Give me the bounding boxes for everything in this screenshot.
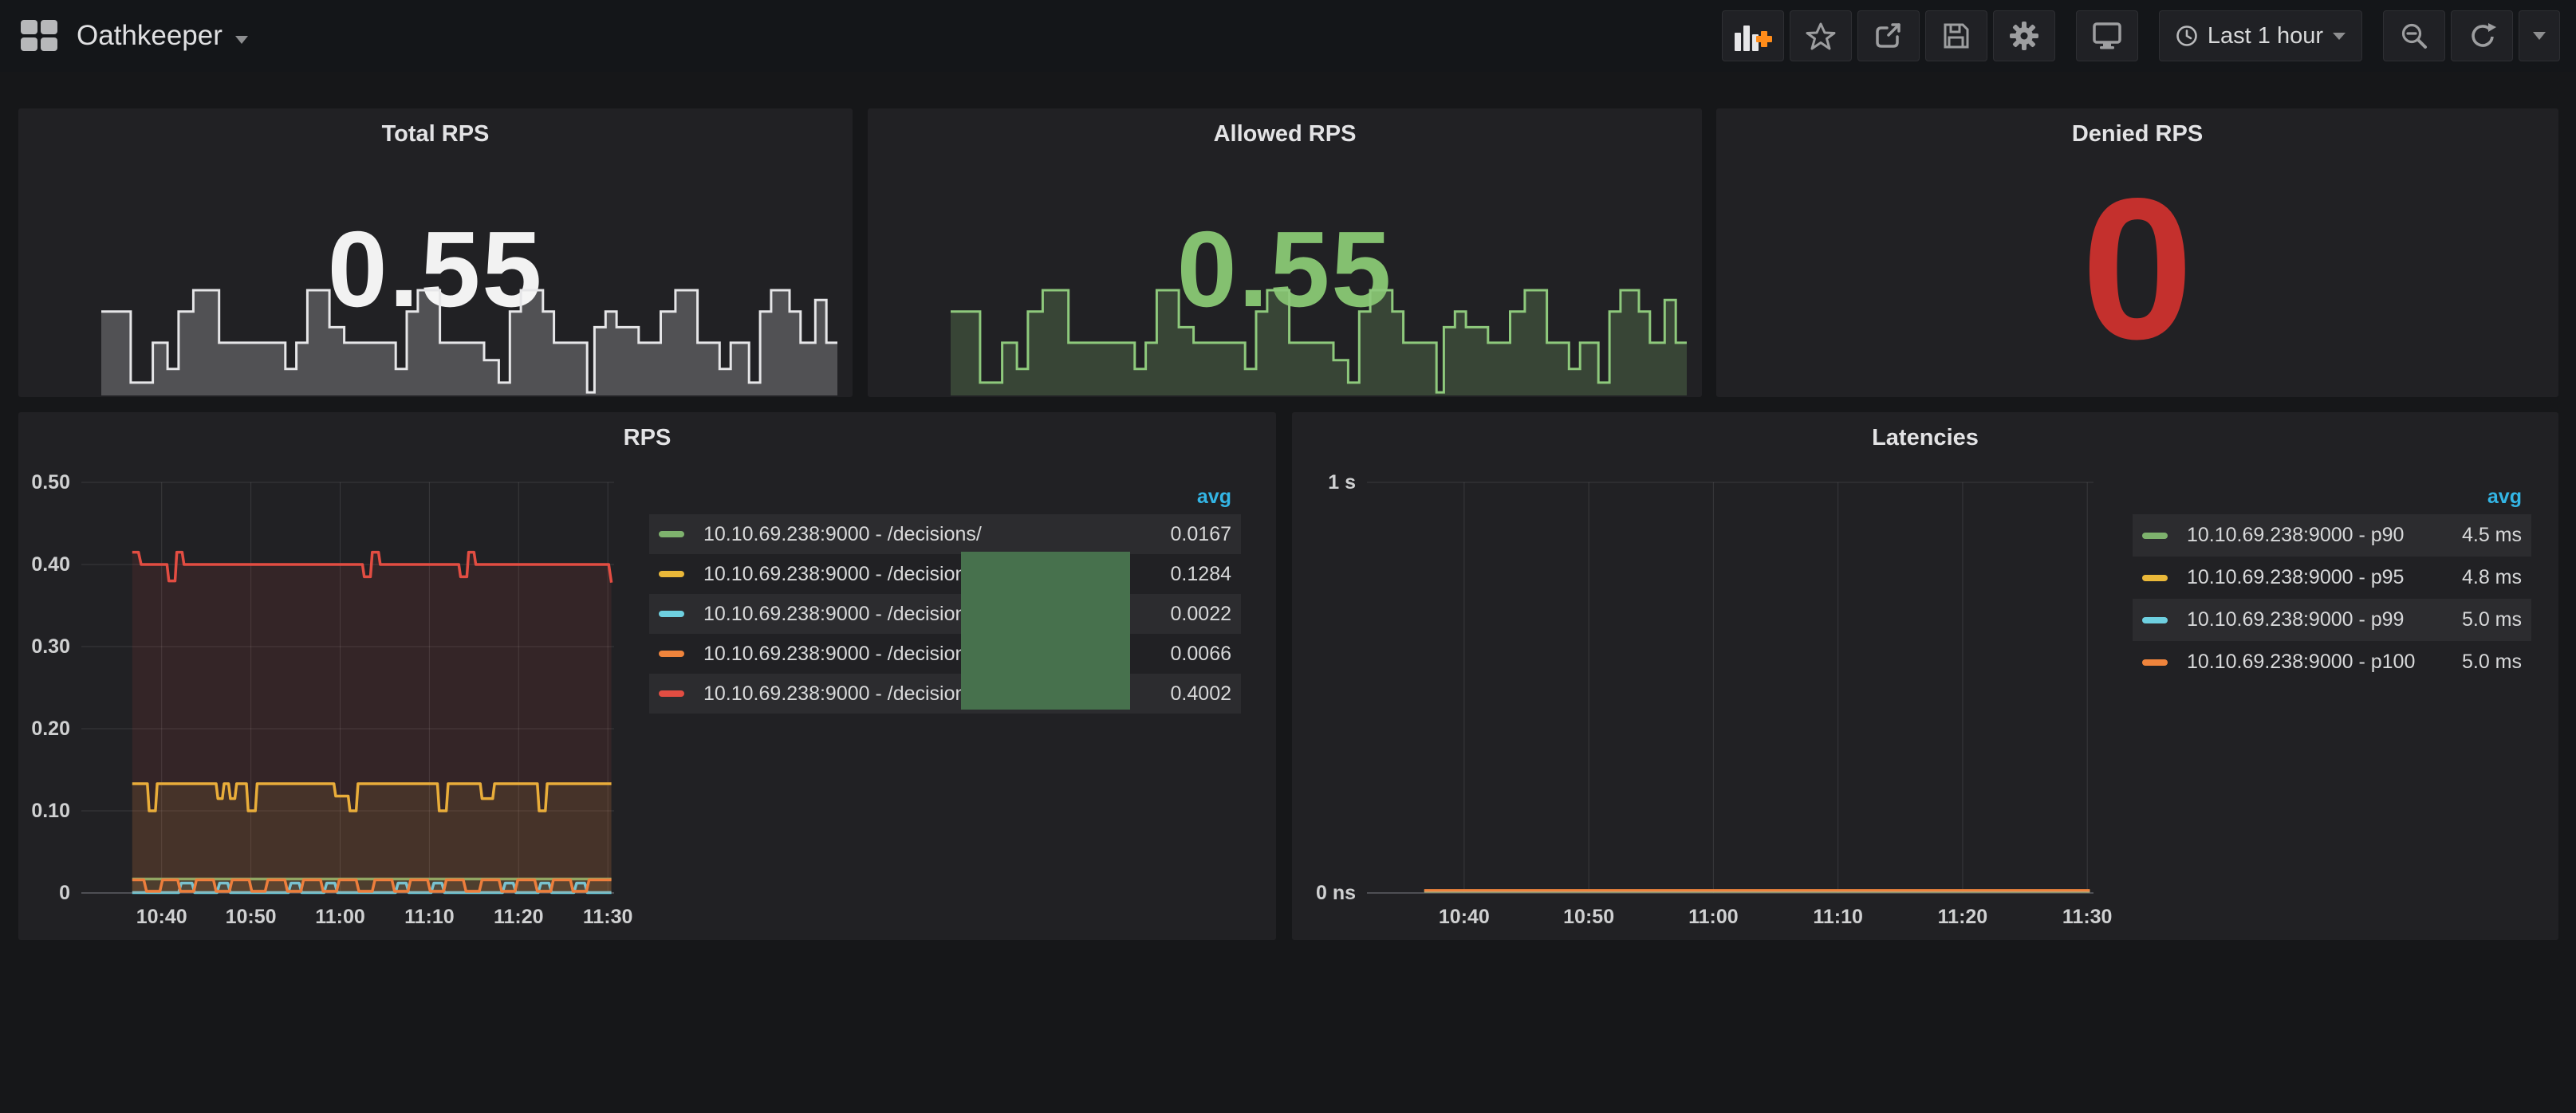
zoom-out-icon (2400, 22, 2428, 50)
y-axis-tick-label: 0.30 (14, 635, 70, 659)
legend-series-name[interactable]: 10.10.69.238:9000 - p90 (2187, 524, 2449, 547)
x-axis-tick-label: 11:10 (381, 906, 477, 929)
clock-icon (2176, 25, 2198, 47)
x-axis-tick-label: 11:20 (471, 906, 566, 929)
dashboard-grid-icon[interactable] (21, 20, 57, 52)
legend-series-swatch-icon[interactable] (659, 690, 684, 697)
save-icon (1942, 22, 1971, 50)
x-axis-tick-label: 10:50 (203, 906, 299, 929)
add-panel-button[interactable] (1722, 10, 1784, 61)
legend-row: 10.10.69.238:9000 - /decisions/0.0066 (649, 634, 1241, 674)
legend-row: 10.10.69.238:9000 - /decisions/0.1284 (649, 554, 1241, 594)
panel-total-rps: Total RPS 0.55 (18, 108, 853, 397)
sparkline-allowed-rps (951, 284, 1687, 395)
rps-plot-area[interactable] (81, 482, 614, 893)
legend-series-avg-value: 0.0167 (1171, 523, 1231, 546)
stat-value-denied-rps: 0 (1716, 169, 2558, 370)
time-range-picker[interactable]: Last 1 hour (2159, 10, 2362, 61)
legend-series-name[interactable]: 10.10.69.238:9000 - p100 (2187, 651, 2449, 674)
y-axis-tick-label: 0.10 (14, 800, 70, 823)
legend-series-avg-value: 5.0 ms (2462, 608, 2522, 631)
refresh-icon (2467, 22, 2497, 50)
legend-series-avg-value: 0.0066 (1171, 643, 1231, 666)
legend-series-swatch-icon[interactable] (659, 531, 684, 537)
time-range-caret-icon (2333, 33, 2346, 40)
monitor-icon (2091, 21, 2123, 51)
x-axis-tick-label: 11:00 (1665, 906, 1761, 929)
navbar: Oathkeeper (0, 0, 2576, 72)
x-axis-tick-label: 10:50 (1541, 906, 1637, 929)
x-axis-tick-label: 11:30 (2039, 906, 2135, 929)
legend-series-name[interactable]: 10.10.69.238:9000 - p95 (2187, 566, 2449, 589)
refresh-interval-caret-icon (2533, 32, 2546, 40)
legend-series-swatch-icon[interactable] (659, 611, 684, 617)
panel-title-latencies[interactable]: Latencies (1292, 425, 2558, 451)
y-axis-tick-label: 0.50 (14, 471, 70, 494)
legend-header-avg[interactable]: avg (2133, 479, 2531, 514)
legend-row: 10.10.69.238:9000 - p100 5.0 ms (2133, 641, 2531, 683)
legend-series-avg-value: 0.4002 (1171, 682, 1231, 706)
legend-row: 10.10.69.238:9000 - /decisions/0.0167 (649, 514, 1241, 554)
legend-series-swatch-icon[interactable] (2142, 617, 2168, 623)
latencies-plot-area[interactable] (1367, 482, 2093, 893)
panel-denied-rps: Denied RPS 0 (1716, 108, 2558, 397)
refresh-interval-button[interactable] (2519, 10, 2560, 61)
share-icon (1873, 22, 1904, 50)
panel-title-total-rps[interactable]: Total RPS (18, 121, 853, 147)
y-axis-tick-label: 0.40 (14, 553, 70, 576)
panel-rps-graph: RPS avg10.10.69.238:9000 - /decisions/0.… (18, 412, 1276, 940)
x-axis-tick-label: 11:10 (1790, 906, 1886, 929)
settings-button[interactable] (1993, 10, 2055, 61)
legend-series-avg-value: 4.8 ms (2462, 566, 2522, 589)
legend-series-name[interactable]: 10.10.69.238:9000 - /decisions/ (703, 523, 1158, 546)
star-button[interactable] (1790, 10, 1852, 61)
legend-header-avg[interactable]: avg (649, 479, 1241, 514)
panel-title-allowed-rps[interactable]: Allowed RPS (868, 121, 1702, 147)
legend-series-avg-value: 5.0 ms (2462, 651, 2522, 674)
zoom-out-button[interactable] (2383, 10, 2445, 61)
legend-row: 10.10.69.238:9000 - /decisions/0.0022 (649, 594, 1241, 634)
cycle-view-button[interactable] (2076, 10, 2138, 61)
legend-row: 10.10.69.238:9000 - /decisions/0.4002 (649, 674, 1241, 714)
refresh-button[interactable] (2451, 10, 2513, 61)
x-axis-tick-label: 10:40 (1416, 906, 1512, 929)
time-range-label: Last 1 hour (2208, 23, 2323, 49)
legend-row: 10.10.69.238:9000 - p90 4.5 ms (2133, 514, 2531, 556)
star-icon (1806, 22, 1836, 50)
legend-series-swatch-icon[interactable] (659, 571, 684, 577)
y-axis-tick-label: 0 ns (1300, 882, 1356, 905)
save-button[interactable] (1925, 10, 1987, 61)
gear-icon (2009, 21, 2039, 51)
y-axis-tick-label: 0.20 (14, 718, 70, 741)
latencies-legend: avg10.10.69.238:9000 - p904.5 ms10.10.69… (2133, 479, 2531, 683)
share-button[interactable] (1857, 10, 1920, 61)
legend-series-name[interactable]: 10.10.69.238:9000 - p99 (2187, 608, 2449, 631)
legend-row: 10.10.69.238:9000 - p95 4.8 ms (2133, 556, 2531, 599)
x-axis-tick-label: 10:40 (114, 906, 210, 929)
y-axis-tick-label: 1 s (1300, 471, 1356, 494)
panel-allowed-rps: Allowed RPS 0.55 (868, 108, 1702, 397)
legend-series-swatch-icon[interactable] (659, 651, 684, 657)
panel-latencies-graph: Latencies avg 10.10.69.238:9000 - p90 4.5 … (1292, 412, 2558, 940)
dashboard-title[interactable]: Oathkeeper (77, 20, 223, 52)
legend-series-swatch-icon[interactable] (2142, 659, 2168, 666)
x-axis-tick-label: 11:30 (560, 906, 656, 929)
panel-title-rps[interactable]: RPS (18, 425, 1276, 451)
add-panel-icon (1734, 21, 1772, 51)
legend-series-swatch-icon[interactable] (2142, 575, 2168, 581)
panel-title-denied-rps[interactable]: Denied RPS (1716, 121, 2558, 147)
dashboard-title-caret-icon[interactable] (235, 36, 248, 44)
legend-series-avg-value: 0.0022 (1171, 603, 1231, 626)
green-overlay-rectangle (961, 552, 1130, 710)
legend-series-avg-value: 4.5 ms (2462, 524, 2522, 547)
x-axis-tick-label: 11:20 (1915, 906, 2011, 929)
legend-series-avg-value: 0.1284 (1171, 563, 1231, 586)
sparkline-total-rps (101, 284, 837, 395)
rps-legend: avg10.10.69.238:9000 - /decisions/0.0167… (649, 479, 1241, 714)
y-axis-tick-label: 0 (14, 882, 70, 905)
legend-row: 10.10.69.238:9000 - p99 5.0 ms (2133, 599, 2531, 641)
x-axis-tick-label: 11:00 (292, 906, 388, 929)
legend-series-swatch-icon[interactable] (2142, 533, 2168, 539)
